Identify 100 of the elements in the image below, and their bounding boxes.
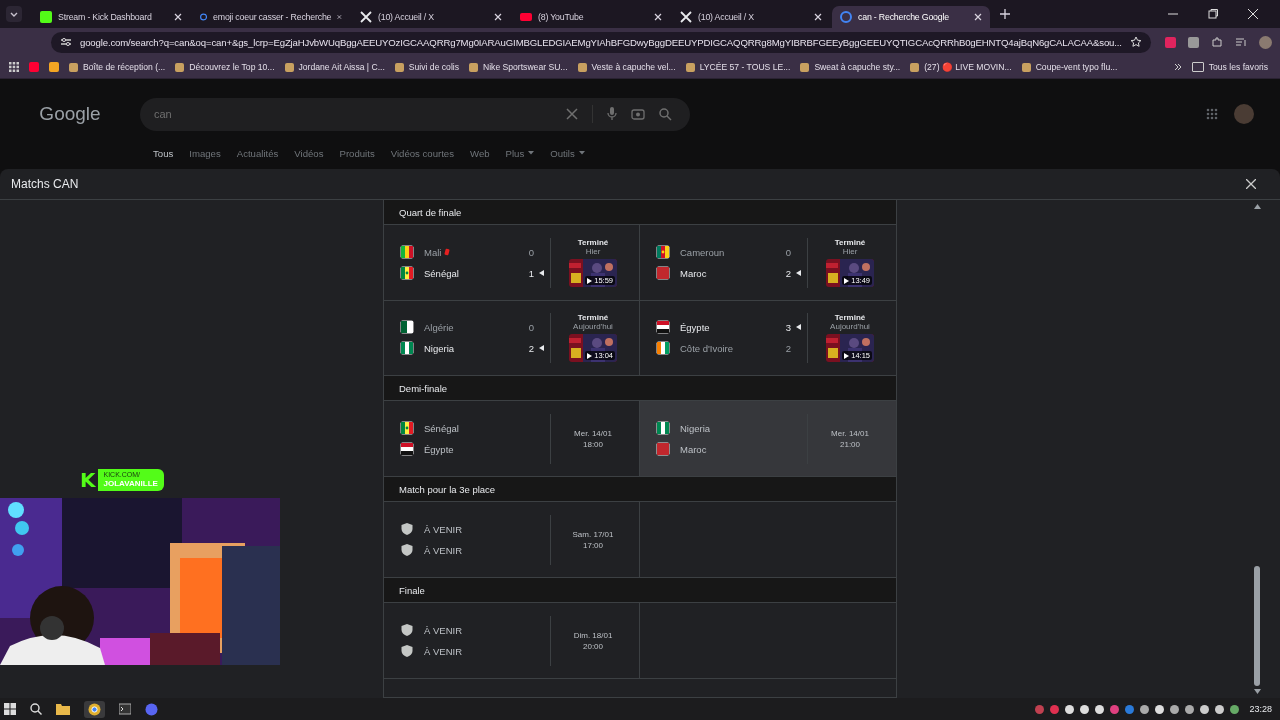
search-tab[interactable]: Plus (505, 147, 535, 159)
bookmark-star-icon[interactable] (1129, 36, 1142, 48)
close-icon[interactable] (1248, 9, 1258, 19)
match-time: 18:00 (583, 438, 603, 450)
search-tab[interactable]: Tous (153, 147, 174, 159)
new-tab-icon[interactable] (1000, 9, 1010, 19)
bookmark[interactable]: Jordane Ait Aissa | C... (284, 62, 385, 72)
team-name: Sénégal (424, 267, 459, 279)
team-name: Nigeria (680, 422, 711, 434)
search-tab[interactable]: Produits (339, 147, 375, 159)
search-tab[interactable]: Outils (550, 147, 585, 159)
flag-icon (400, 266, 414, 280)
bookmark[interactable]: Coupe-vent typo flu... (1021, 62, 1118, 72)
flag-icon (400, 320, 414, 334)
team-name: Égypte (424, 443, 454, 455)
bookmark[interactable]: Veste à capuche vel... (577, 62, 676, 72)
site-icon (680, 11, 692, 23)
team-name: Mali (424, 246, 442, 258)
team-name: Égypte (680, 321, 710, 333)
shield-icon (400, 522, 414, 536)
match-status: Terminé (834, 313, 866, 322)
team-name: Cameroun (680, 246, 725, 258)
browser-tab[interactable]: (10) Accueil / X (352, 6, 510, 28)
extension-icon[interactable] (1164, 36, 1176, 48)
flag-icon (656, 266, 670, 280)
shield-icon (400, 623, 414, 637)
site-icon (200, 11, 208, 23)
close-tab-icon[interactable] (494, 13, 502, 21)
site-icon (840, 11, 852, 23)
score: 2 (785, 342, 791, 354)
score: 0 (528, 321, 534, 333)
browser-tab[interactable]: emoji coeur casser - Recherche (192, 6, 350, 28)
start-icon[interactable] (4, 703, 16, 715)
match-status: Terminé (834, 238, 866, 247)
bookmark[interactable]: (27) 🔴 LIVE MOVIN... (910, 62, 1012, 72)
shield-icon (400, 644, 414, 658)
close-tab-icon[interactable] (814, 13, 822, 21)
bookmark[interactable]: Découvrez le Top 10... (175, 62, 275, 72)
match-time: 17:00 (583, 539, 603, 551)
team-name: Maroc (680, 267, 707, 279)
restore-icon[interactable] (1208, 9, 1218, 19)
apps-icon[interactable] (1206, 108, 1218, 120)
browser-tab[interactable]: can - Recherche Google (832, 6, 990, 28)
score: 3 (785, 321, 791, 333)
site-info-icon[interactable] (60, 36, 72, 48)
scroll-up-icon[interactable] (1253, 204, 1261, 209)
match-day: Aujourd'hui (573, 322, 613, 331)
team-name: Maroc (680, 443, 707, 455)
score: 0 (528, 246, 534, 258)
address-field[interactable]: google.com/search?q=can&oq=can+&gs_lcrp=EgZjaHJvbWUqBggAEEUYOzIGCAAQRRg7Mg0IARAuGIMBGLEDGIAEMgYIAhBFGDwyBggDEEUYPDIGCAQQRRg8MgYIBRBFGEEyBggGEEUYQTIGCAcQRRhB0gEHNTQ4ajBqN6gCALACAA&sou... (51, 31, 1151, 53)
browser-tab[interactable]: Stream - Kick Dashboard (32, 6, 190, 28)
terminal-icon[interactable] (119, 703, 131, 715)
search-icon[interactable] (30, 703, 42, 715)
match-status: Terminé (577, 313, 609, 322)
bookmark[interactable]: Nike Sportswear SU... (469, 62, 568, 72)
all-bookmarks[interactable]: Tous les favoris (1191, 62, 1268, 72)
site-icon (520, 11, 532, 23)
extension-icon[interactable] (1187, 36, 1199, 48)
tab-search-icon[interactable] (6, 6, 22, 22)
site-icon (40, 11, 52, 23)
scroll-down-icon[interactable] (1253, 689, 1261, 694)
apps-icon[interactable] (9, 62, 19, 72)
kick-logo: K (80, 468, 96, 492)
match-card[interactable]: Nigeria Maroc Mer. 14/01 21:00 (640, 401, 896, 477)
close-icon[interactable] (1246, 179, 1256, 189)
score: 2 (785, 267, 791, 279)
flag-icon (656, 442, 670, 456)
microphone-icon[interactable] (607, 107, 617, 121)
close-tab-icon[interactable] (174, 13, 182, 21)
close-tab-icon[interactable] (974, 13, 982, 21)
score: 2 (528, 342, 534, 354)
media-icon[interactable] (1234, 36, 1247, 48)
bookmark[interactable]: Sweat à capuche sty... (800, 62, 901, 72)
flag-icon (400, 442, 414, 456)
search-tab[interactable]: Vidéos courtes (390, 147, 454, 159)
profile-avatar[interactable] (1258, 35, 1272, 49)
flag-icon (400, 245, 414, 259)
bookmark[interactable]: Suivi de colis (394, 62, 459, 72)
browser-tab[interactable]: (8) YouTube (512, 6, 670, 28)
round-header: Match pour la 3e place (384, 477, 896, 502)
camera-icon[interactable] (631, 107, 645, 121)
folder-icon[interactable] (56, 703, 70, 715)
bookmark[interactable]: LYCÉE 57 - TOUS LE... (685, 62, 791, 72)
search-tab[interactable]: Actualités (236, 147, 279, 159)
flag-icon (656, 421, 670, 435)
match-time: 20:00 (583, 640, 603, 652)
bookmark[interactable]: Boîte de réception (... (69, 62, 166, 72)
taskbar-app-icon[interactable] (84, 700, 105, 718)
chevron-icon[interactable] (1173, 63, 1182, 71)
close-tab-icon[interactable] (337, 13, 342, 21)
search-tab[interactable]: Web (470, 147, 490, 159)
search-tab[interactable]: Images (189, 147, 221, 159)
extensions-icon[interactable] (1210, 36, 1223, 48)
match-card[interactable]: À VENIR À VENIR Dim. 18/01 20:00 (384, 603, 640, 679)
close-tab-icon[interactable] (654, 13, 662, 21)
clear-icon[interactable] (566, 108, 578, 120)
browser-tab[interactable]: (10) Accueil / X (672, 6, 830, 28)
search-tab[interactable]: Vidéos (294, 147, 324, 159)
scrollbar-thumb[interactable] (1254, 566, 1260, 686)
google-logo[interactable]: Google (0, 103, 140, 125)
